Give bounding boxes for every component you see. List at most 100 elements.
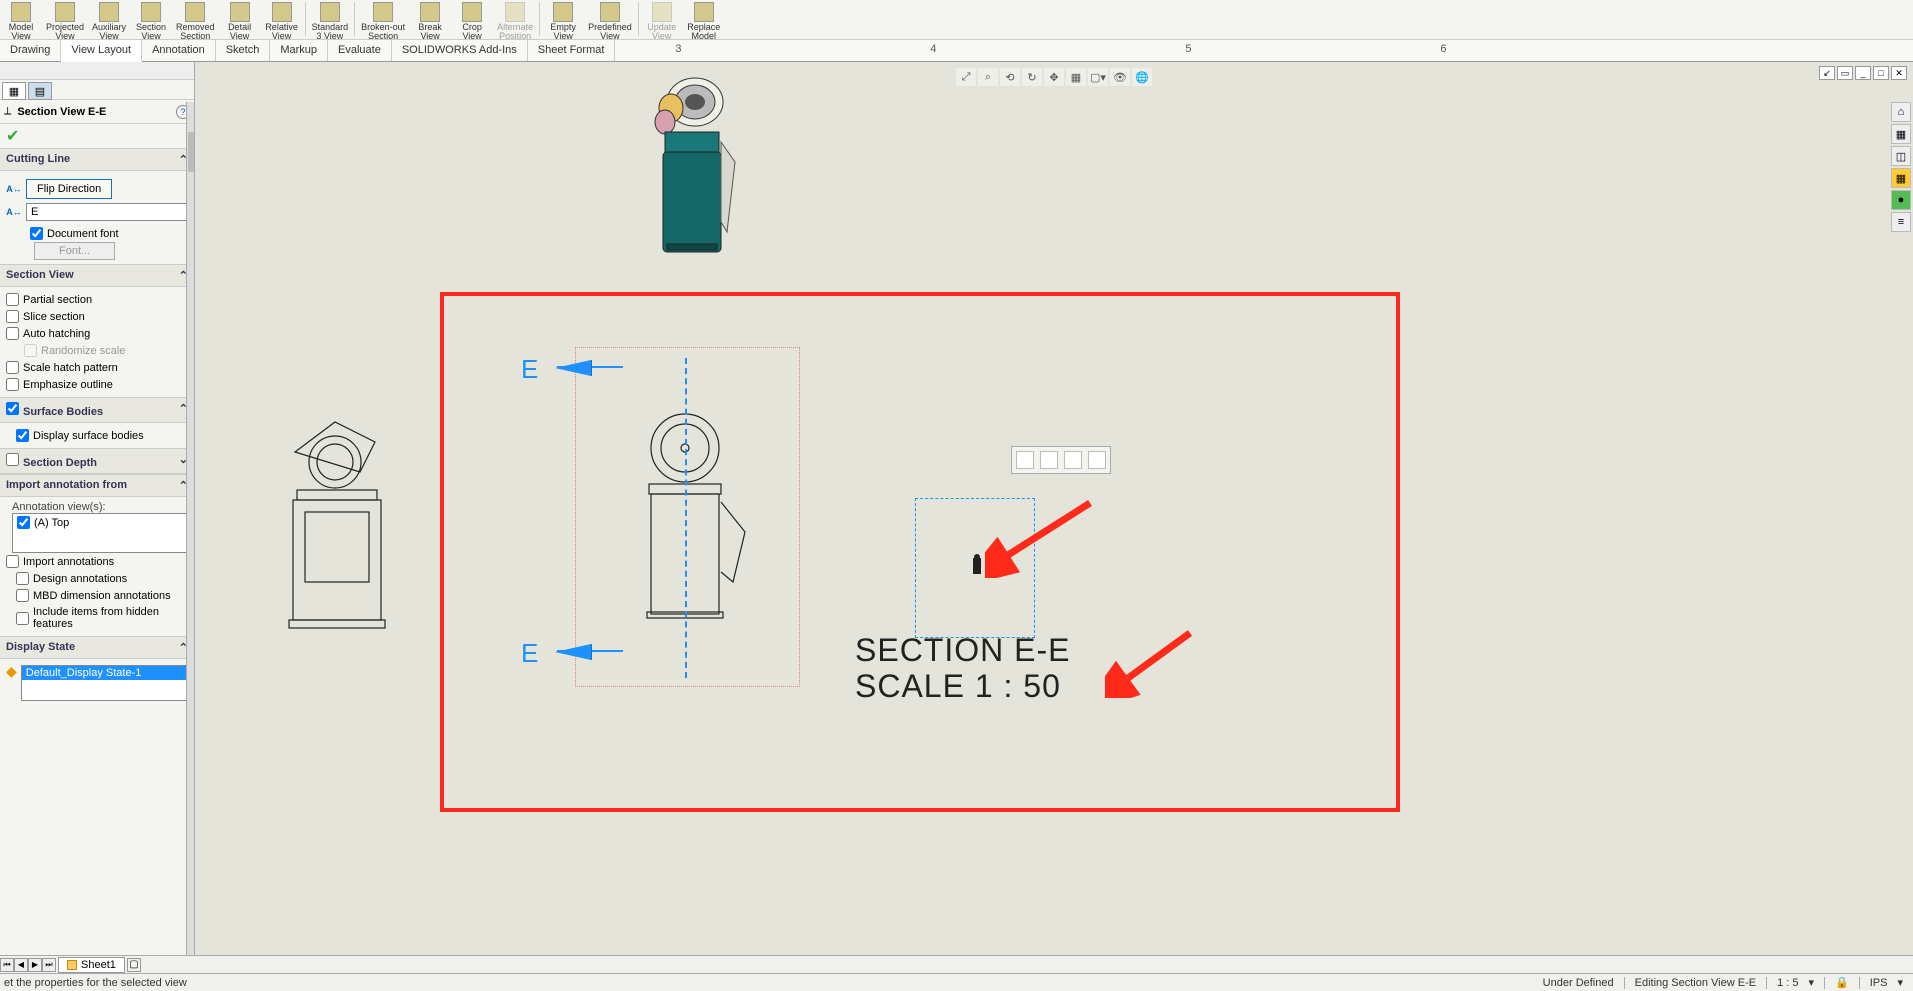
- include-hidden-checkbox[interactable]: [16, 612, 29, 625]
- section-section-depth-header[interactable]: Section Depth⌄: [0, 448, 194, 474]
- pan-icon[interactable]: ✥: [1044, 68, 1064, 86]
- ribbon-section-view[interactable]: Section View: [130, 0, 172, 43]
- tab-drawing[interactable]: Drawing: [0, 40, 61, 61]
- sheet-nav-first[interactable]: ⏮: [0, 958, 14, 972]
- hide-show-icon[interactable]: 👁: [1110, 68, 1130, 86]
- section-surface-bodies-header[interactable]: Surface Bodies⌃: [0, 397, 194, 423]
- tab-addins[interactable]: SOLIDWORKS Add-Ins: [392, 40, 528, 61]
- sheet-icon: [67, 960, 77, 970]
- context-btn-1[interactable]: [1016, 451, 1034, 469]
- ribbon-empty-view[interactable]: Empty View: [542, 0, 584, 43]
- section-cutting-line[interactable]: [685, 358, 687, 678]
- display-state-listbox[interactable]: Default_Display State-1: [21, 665, 188, 701]
- zoom-fit-icon[interactable]: ⤢: [956, 68, 976, 86]
- custom-props-icon[interactable]: ●: [1891, 190, 1911, 210]
- auto-hatching-checkbox[interactable]: [6, 327, 19, 340]
- zoom-prev-icon[interactable]: ⟲: [1000, 68, 1020, 86]
- sheet-tab-sheet1[interactable]: Sheet1: [58, 957, 125, 973]
- side-drawing-view: [265, 412, 395, 642]
- 3d-drawing-icon[interactable]: ▦: [1066, 68, 1086, 86]
- flip-direction-button[interactable]: Flip Direction: [26, 179, 112, 199]
- mbd-annotations-checkbox[interactable]: [16, 589, 29, 602]
- sheet-nav-prev[interactable]: ◀: [14, 958, 28, 972]
- add-sheet-button[interactable]: ▢: [127, 958, 141, 972]
- surface-bodies-checkbox[interactable]: [6, 402, 19, 415]
- resources-tab-icon[interactable]: ▦: [1891, 124, 1911, 144]
- context-btn-4[interactable]: [1088, 451, 1106, 469]
- sheet-nav-last[interactable]: ⏭: [42, 958, 56, 972]
- view-palette-icon[interactable]: ◫: [1891, 146, 1911, 166]
- ribbon-relative-view[interactable]: Relative View: [261, 0, 303, 43]
- window-maximize[interactable]: □: [1873, 66, 1889, 80]
- emphasize-outline-checkbox[interactable]: [6, 378, 19, 391]
- ribbon-model-view[interactable]: Model View: [0, 0, 42, 43]
- rotate-icon[interactable]: ↻: [1022, 68, 1042, 86]
- tab-markup[interactable]: Markup: [270, 40, 328, 61]
- section-section-view-header[interactable]: Section View⌃: [0, 264, 194, 287]
- appearances-tab-icon[interactable]: ▦: [1891, 168, 1911, 188]
- feature-tree-tab[interactable]: ▦: [2, 82, 26, 100]
- ribbon-detail-view[interactable]: Detail View: [219, 0, 261, 43]
- ribbon-update-view: Update View: [641, 0, 683, 43]
- front-drawing-view[interactable]: [625, 412, 755, 642]
- property-title: Section View E-E: [17, 106, 176, 118]
- design-annotations-checkbox[interactable]: [16, 572, 29, 585]
- section-letter-input[interactable]: [26, 203, 188, 221]
- home-tab-icon[interactable]: ⌂: [1891, 102, 1911, 122]
- context-btn-2[interactable]: [1040, 451, 1058, 469]
- zoom-area-icon[interactable]: ⌕: [978, 68, 998, 86]
- section-import-annotation-header[interactable]: Import annotation from⌃: [0, 474, 194, 497]
- task-pane-tabs: ⌂ ▦ ◫ ▦ ● ≡: [1891, 102, 1913, 232]
- annotation-arrow-1: [985, 498, 1095, 578]
- heads-up-view-toolbar: ⤢ ⌕ ⟲ ↻ ✥ ▦ ▢▾ 👁 🌐: [956, 68, 1152, 86]
- ribbon-removed-section[interactable]: Removed Section: [172, 0, 219, 43]
- section-arrow-head-top: [555, 360, 591, 376]
- drawing-canvas[interactable]: ⤢ ⌕ ⟲ ↻ ✥ ▦ ▢▾ 👁 🌐 ↙ ▭ _ □ ✕ ⌂ ▦ ◫ ▦ ● ≡: [195, 62, 1913, 955]
- document-font-checkbox[interactable]: [30, 227, 43, 240]
- status-lock-icon[interactable]: 🔒: [1835, 976, 1849, 989]
- panel-scrollbar[interactable]: [186, 102, 194, 955]
- tab-sheet-format[interactable]: Sheet Format: [528, 40, 616, 61]
- section-depth-checkbox[interactable]: [6, 453, 19, 466]
- status-editing: Editing Section View E-E: [1635, 977, 1756, 989]
- context-btn-3[interactable]: [1064, 451, 1082, 469]
- ribbon-broken-out-section[interactable]: Broken-out Section: [357, 0, 409, 43]
- world-icon[interactable]: 🌐: [1132, 68, 1152, 86]
- display-style-icon[interactable]: ▢▾: [1088, 68, 1108, 86]
- ribbon-auxiliary-view[interactable]: Auxiliary View: [88, 0, 130, 43]
- slice-section-checkbox[interactable]: [6, 310, 19, 323]
- display-state-item[interactable]: Default_Display State-1: [22, 666, 187, 680]
- tab-view-layout[interactable]: View Layout: [61, 40, 142, 62]
- annotation-view-top-checkbox[interactable]: [17, 516, 30, 529]
- section-cutting-line-header[interactable]: Cutting Line⌃: [0, 148, 194, 171]
- ribbon-break-view[interactable]: Break View: [409, 0, 451, 43]
- horizontal-ruler: 3 4 5 6: [615, 40, 1913, 61]
- window-close[interactable]: ✕: [1891, 66, 1907, 80]
- tab-evaluate[interactable]: Evaluate: [328, 40, 392, 61]
- sheet-nav-next[interactable]: ▶: [28, 958, 42, 972]
- scale-hatch-checkbox[interactable]: [6, 361, 19, 374]
- property-manager-tab[interactable]: ▤: [28, 82, 52, 100]
- sheet-tab-bar: ⏮ ◀ ▶ ⏭ Sheet1 ▢: [0, 955, 1913, 973]
- annotation-views-listbox[interactable]: (A) Top: [12, 513, 188, 553]
- window-minimize[interactable]: _: [1855, 66, 1871, 80]
- tab-annotation[interactable]: Annotation: [142, 40, 216, 61]
- forum-tab-icon[interactable]: ≡: [1891, 212, 1911, 232]
- ribbon-predefined-view[interactable]: Predefined View: [584, 0, 636, 43]
- ribbon-replace-model[interactable]: Replace Model: [683, 0, 725, 43]
- display-surface-bodies-checkbox[interactable]: [16, 429, 29, 442]
- ribbon-projected-view[interactable]: Projected View: [42, 0, 88, 43]
- ribbon-standard-3-view[interactable]: Standard 3 View: [308, 0, 353, 43]
- ok-button[interactable]: ✔: [0, 124, 194, 148]
- status-units[interactable]: IPS: [1870, 977, 1888, 989]
- import-annotations-checkbox[interactable]: [6, 555, 19, 568]
- view-context-toolbar: [1011, 446, 1111, 474]
- ribbon-crop-view[interactable]: Crop View: [451, 0, 493, 43]
- section-view-icon: ⟂: [4, 105, 11, 118]
- tab-sketch[interactable]: Sketch: [216, 40, 271, 61]
- status-scale[interactable]: 1 : 5: [1777, 977, 1798, 989]
- partial-section-checkbox[interactable]: [6, 293, 19, 306]
- section-display-state-header[interactable]: Display State⌃: [0, 636, 194, 659]
- window-control-2[interactable]: ▭: [1837, 66, 1853, 80]
- window-control-1[interactable]: ↙: [1819, 66, 1835, 80]
